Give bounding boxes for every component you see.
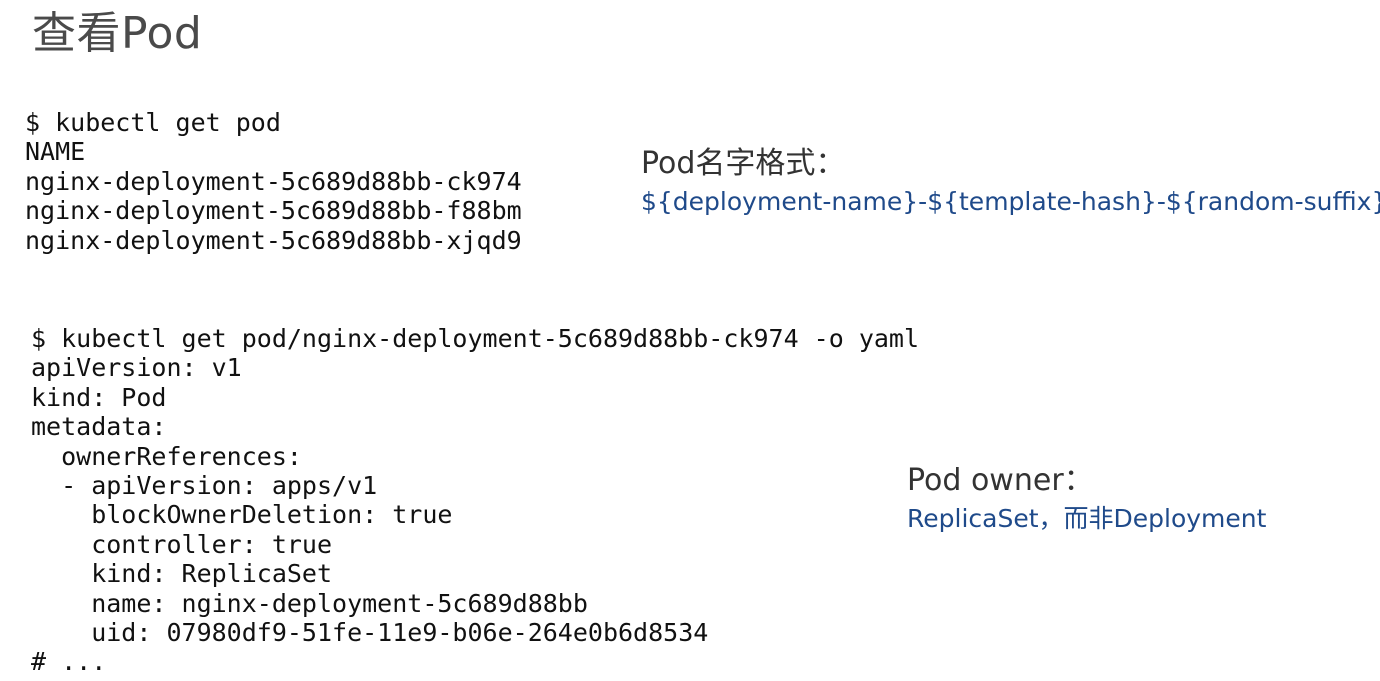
code-line: - apiVersion: apps/v1	[31, 470, 378, 500]
code-line: name: nginx-deployment-5c689d88bb	[31, 588, 588, 618]
code-line: kind: Pod	[31, 382, 167, 412]
code-block-get-pod: $ kubectl get pod NAME nginx-deployment-5c…	[25, 108, 522, 255]
code-line: kind: ReplicaSet	[31, 559, 333, 589]
pod-name-format-note: Pod名字格式： ${deployment-name}-${template-h…	[641, 146, 1380, 219]
note-value: ReplicaSet，而非Deployment	[907, 504, 1267, 533]
note-heading: Pod名字格式：	[641, 146, 846, 181]
code-line: controller: true	[31, 529, 333, 559]
code-line: nginx-deployment-5c689d88bb-xjqd9	[25, 225, 522, 255]
page-title: 查看Pod	[32, 8, 203, 59]
code-line: $ kubectl get pod/nginx-deployment-5c689…	[31, 324, 920, 353]
code-line: apiVersion: v1	[31, 353, 242, 383]
code-block-pod-yaml: $ kubectl get pod/nginx-deployment-5c689…	[31, 324, 919, 677]
code-line: # ...	[31, 647, 107, 677]
code-line: nginx-deployment-5c689d88bb-f88bm	[25, 196, 522, 226]
code-line: NAME	[25, 137, 86, 167]
code-line: metadata:	[31, 412, 167, 442]
note-heading: Pod owner：	[907, 463, 1094, 498]
code-line: ownerReferences:	[31, 441, 302, 471]
code-line: blockOwnerDeletion: true	[31, 500, 453, 530]
code-line: nginx-deployment-5c689d88bb-ck974	[25, 166, 522, 196]
pod-owner-note: Pod owner： ReplicaSet，而非Deployment	[907, 463, 1266, 536]
code-line: $ kubectl get pod	[25, 108, 281, 137]
code-line: uid: 07980df9-51fe-11e9-b06e-264e0b6d853…	[31, 617, 709, 647]
note-value: ${deployment-name}-${template-hash}-${ra…	[641, 187, 1380, 216]
